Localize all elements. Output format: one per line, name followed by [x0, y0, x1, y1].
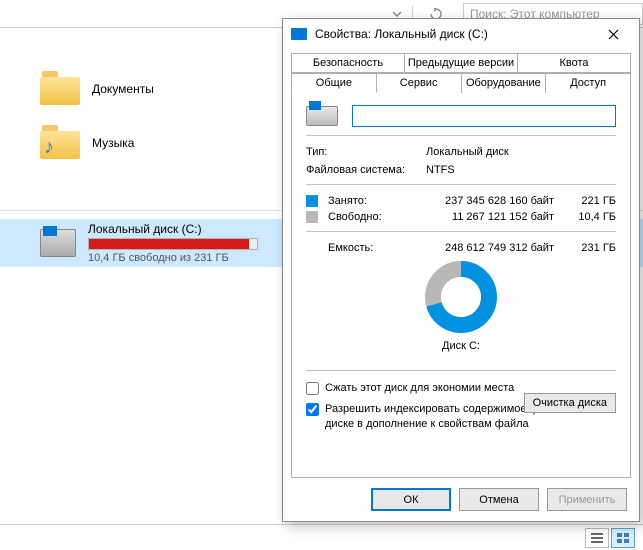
tab-previous-versions[interactable]: Предыдущие версии	[405, 53, 518, 73]
tab-quota[interactable]: Квота	[518, 53, 631, 73]
free-bytes: 11 267 121 152 байт	[410, 211, 560, 223]
view-tiles-button[interactable]	[611, 528, 635, 548]
apply-button[interactable]: Применить	[547, 488, 627, 511]
used-gb: 221 ГБ	[566, 195, 616, 207]
tab-hardware[interactable]: Оборудование	[462, 73, 547, 93]
tab-strip: Безопасность Предыдущие версии Квота Общ…	[283, 49, 639, 93]
free-gb: 10,4 ГБ	[566, 211, 616, 223]
capacity-label: Емкость:	[328, 242, 404, 254]
divider	[306, 370, 616, 371]
divider	[306, 184, 616, 185]
free-label: Свободно:	[328, 211, 404, 223]
disk-usage-chart	[424, 260, 498, 334]
close-button[interactable]	[591, 20, 635, 48]
properties-dialog: Свойства: Локальный диск (C:) Безопаснос…	[282, 18, 640, 522]
filesystem-value: NTFS	[426, 164, 616, 176]
folder-icon: ♪	[40, 125, 80, 161]
music-overlay-icon: ♪	[44, 136, 54, 159]
disk-caption: Диск C:	[442, 340, 480, 352]
filesystem-label: Файловая система:	[306, 164, 426, 176]
folder-icon	[40, 71, 80, 107]
volume-name-input[interactable]	[352, 105, 616, 127]
tab-sharing[interactable]: Доступ	[546, 73, 631, 93]
tab-general[interactable]: Общие	[291, 73, 377, 93]
tab-security[interactable]: Безопасность	[291, 53, 405, 73]
tab-panel-general: Тип: Локальный диск Файловая система: NT…	[291, 93, 631, 478]
used-bytes: 237 345 628 160 байт	[410, 195, 560, 207]
used-label: Занято:	[328, 195, 404, 207]
free-swatch	[306, 211, 318, 223]
drive-title-icon	[291, 28, 307, 40]
type-value: Локальный диск	[426, 146, 616, 158]
drive-usage-bar	[88, 238, 258, 250]
compress-checkbox[interactable]	[306, 382, 319, 395]
folder-label: Музыка	[92, 136, 134, 150]
ok-button[interactable]: ОК	[371, 488, 451, 511]
used-swatch	[306, 195, 318, 207]
dialog-title: Свойства: Локальный диск (C:)	[315, 27, 591, 41]
capacity-bytes: 248 612 749 312 байт	[410, 242, 560, 254]
divider	[306, 135, 616, 136]
capacity-gb: 231 ГБ	[566, 242, 616, 254]
compress-label: Сжать этот диск для экономии места	[325, 381, 514, 396]
explorer-statusbar	[0, 524, 643, 550]
dialog-titlebar[interactable]: Свойства: Локальный диск (C:)	[283, 19, 639, 49]
disk-cleanup-button[interactable]: Очистка диска	[524, 393, 616, 413]
drive-large-icon	[306, 106, 338, 126]
drive-icon	[40, 229, 76, 257]
view-details-button[interactable]	[585, 528, 609, 548]
type-label: Тип:	[306, 146, 426, 158]
cancel-button[interactable]: Отмена	[459, 488, 539, 511]
tab-tools[interactable]: Сервис	[377, 73, 462, 93]
divider	[306, 231, 616, 232]
index-checkbox[interactable]	[306, 403, 319, 416]
dialog-button-row: ОК Отмена Применить	[283, 478, 639, 521]
folder-label: Документы	[92, 82, 154, 96]
